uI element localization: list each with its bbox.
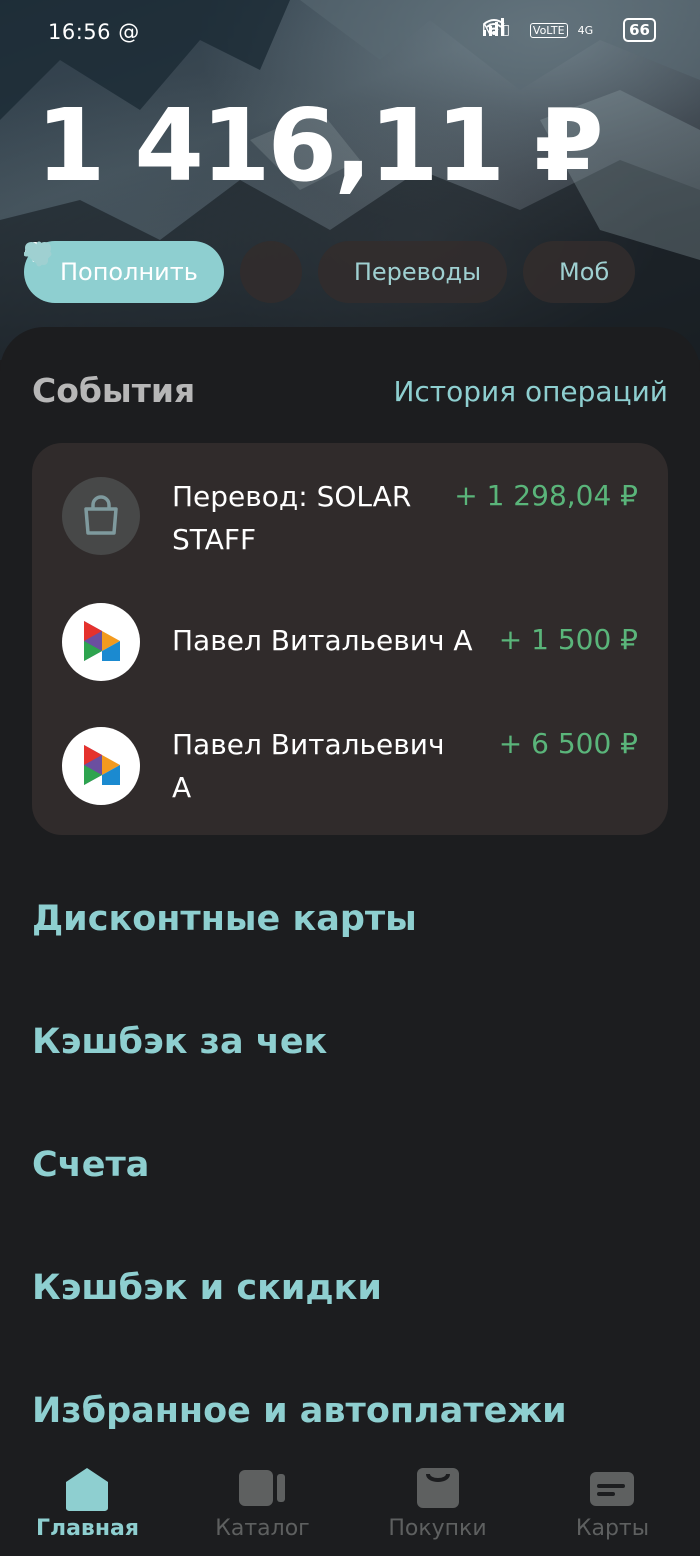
favorites-button[interactable]: [25, 241, 302, 303]
bottom-tab-bar: Главная Каталог Покупки Карты: [0, 1450, 700, 1556]
shopping-bag-icon: [350, 1464, 525, 1512]
sbp-logo-icon: [62, 727, 140, 805]
discount-cards-link[interactable]: Дисконтные карты: [32, 899, 417, 939]
battery-indicator: 66: [623, 18, 656, 42]
account-balance[interactable]: 1 416,11 ₽: [36, 96, 604, 196]
header-background-image: 16:56 @ N ▯ VoLTE 4G 66 1 416,11 ₽ Попол…: [0, 0, 700, 360]
tab-home-label: Главная: [35, 1516, 140, 1541]
event-name: Павел Витальевич А: [172, 728, 445, 804]
event-name: Павел Витальевич А: [172, 624, 473, 657]
operations-history-link[interactable]: История операций: [393, 375, 668, 408]
tab-cards-label: Карты: [575, 1516, 650, 1541]
catalog-icon: [175, 1464, 350, 1512]
event-row[interactable]: Павел Витальевич А + 1 500 ₽: [32, 603, 668, 683]
mobile-label: Моб: [559, 258, 610, 286]
events-card: Перевод: SOLAR STAFF + 1 298,04 ₽ Павел …: [32, 443, 668, 835]
status-bar: 16:56 @ N ▯ VoLTE 4G 66: [0, 18, 700, 50]
event-row[interactable]: Павел Витальевич А + 6 500 ₽: [32, 727, 668, 827]
shopping-bag-icon: [62, 477, 140, 555]
event-amount: + 1 500 ₽: [498, 623, 638, 656]
home-icon: [0, 1464, 175, 1512]
transfers-button[interactable]: Переводы: [24, 241, 508, 303]
event-name: Перевод: SOLAR STAFF: [172, 480, 412, 556]
tab-purchases-label: Покупки: [388, 1516, 487, 1541]
tab-catalog-label: Каталог: [215, 1516, 310, 1541]
card-icon: [525, 1464, 700, 1512]
favorites-autopay-link[interactable]: Избранное и автоплатежи: [32, 1391, 567, 1431]
accounts-link[interactable]: Счета: [32, 1145, 149, 1185]
top-up-label: Пополнить: [60, 258, 198, 286]
event-row[interactable]: Перевод: SOLAR STAFF + 1 298,04 ₽: [32, 477, 668, 587]
events-title: События: [32, 371, 196, 410]
cashback-discounts-link[interactable]: Кэшбэк и скидки: [32, 1268, 382, 1308]
main-sheet: События История операций Перевод: SOLAR …: [0, 327, 700, 1556]
event-amount: + 1 298,04 ₽: [454, 479, 638, 512]
quick-actions: Пополнить Переводы Моб: [24, 241, 636, 303]
event-amount: + 6 500 ₽: [498, 727, 638, 760]
screen: 16:56 @ N ▯ VoLTE 4G 66 1 416,11 ₽ Попол…: [0, 0, 700, 1556]
receipt-cashback-link[interactable]: Кэшбэк за чек: [32, 1022, 327, 1062]
sbp-logo-icon: [62, 603, 140, 681]
volte-icon: VoLTE: [529, 22, 568, 38]
status-icons: N ▯ VoLTE 4G 66: [482, 18, 656, 42]
transfers-label: Переводы: [353, 258, 482, 286]
status-time: 16:56 @: [48, 20, 140, 44]
mobile-button[interactable]: Моб: [26, 241, 636, 303]
network-type: 4G: [577, 23, 594, 37]
